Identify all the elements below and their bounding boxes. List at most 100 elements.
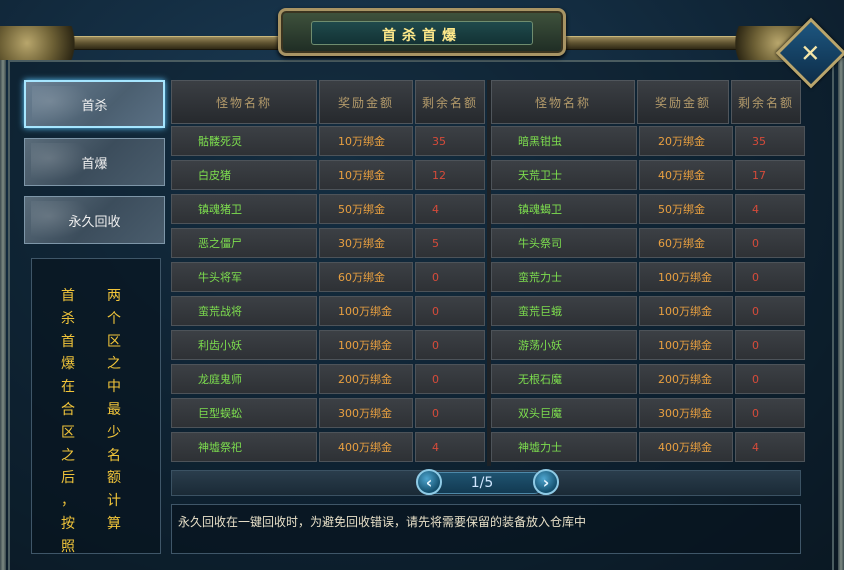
monster-name-cell: 牛头祭司 — [491, 228, 637, 258]
crossed-swords-icon: ✕ — [800, 39, 821, 68]
note-char: 爆 — [61, 356, 75, 373]
reward-cell: 100万绑金 — [319, 330, 413, 360]
reward-cell: 400万绑金 — [639, 432, 733, 462]
tab-label: 首杀 — [81, 98, 108, 114]
monster-name-cell: 无根石魔 — [491, 364, 637, 394]
reward-cell: 100万绑金 — [639, 296, 733, 326]
note-char: 少 — [107, 424, 121, 441]
scroll-ornament-left — [0, 26, 90, 60]
reward-cell: 50万绑金 — [319, 194, 413, 224]
remaining-cell: 0 — [415, 398, 485, 428]
window-title: 首杀首爆 — [382, 28, 462, 44]
monster-name-cell: 利齿小妖 — [171, 330, 317, 360]
monster-name-cell: 恶之僵尸 — [171, 228, 317, 258]
reward-cell: 200万绑金 — [319, 364, 413, 394]
monster-name-cell: 神墟祭祀 — [171, 432, 317, 462]
note-char: 算 — [107, 515, 121, 532]
prev-page-button[interactable]: ‹ — [416, 469, 442, 495]
remaining-cell: 0 — [415, 364, 485, 394]
monster-name-cell: 牛头将军 — [171, 262, 317, 292]
reward-cell: 300万绑金 — [639, 398, 733, 428]
remaining-cell: 17 — [735, 160, 805, 190]
tab-label: 首爆 — [81, 156, 108, 172]
reward-cell: 40万绑金 — [639, 160, 733, 190]
note-char: 名 — [107, 447, 121, 464]
hint-text: 永久回收在一键回收时，为避免回收错误，请先将需要保留的装备放入仓库中 — [178, 515, 587, 529]
remaining-cell: 12 — [415, 160, 485, 190]
note-char: 中 — [107, 379, 121, 396]
remaining-cell: 4 — [735, 432, 805, 462]
monster-name-cell: 暗黑钳虫 — [491, 126, 637, 156]
rule-note-column-2: 两个区之中最少名额计算 — [102, 285, 126, 536]
header-reward-right: 奖励金额 — [637, 80, 729, 124]
monster-name-cell: 蛮荒巨蛾 — [491, 296, 637, 326]
reward-cell: 300万绑金 — [319, 398, 413, 428]
remaining-cell: 4 — [735, 194, 805, 224]
first-kill-window: 首杀首爆 ✕ 首杀 首爆 永久回收 首杀首爆在合区之后，按照 两个区之中最少名额… — [0, 0, 844, 570]
remaining-cell: 35 — [415, 126, 485, 156]
tab-first-kill[interactable]: 首杀 — [24, 80, 165, 128]
tab-first-drop[interactable]: 首爆 — [24, 138, 165, 186]
chevron-left-icon: ‹ — [425, 472, 433, 492]
note-char: ， — [61, 493, 75, 510]
reward-cell: 60万绑金 — [639, 228, 733, 258]
note-char: 最 — [107, 401, 121, 418]
note-char: 杀 — [61, 310, 75, 327]
remaining-cell: 0 — [415, 262, 485, 292]
note-char: 两 — [107, 288, 121, 304]
hint-box: 永久回收在一键回收时，为避免回收错误，请先将需要保留的装备放入仓库中 — [171, 504, 801, 554]
header-remaining-right: 剩余名额 — [731, 80, 801, 124]
remaining-cell: 0 — [735, 330, 805, 360]
note-char: 个 — [107, 310, 121, 327]
note-char: 计 — [107, 493, 121, 510]
monster-name-cell: 巨型蜈蚣 — [171, 398, 317, 428]
left-border — [0, 58, 6, 570]
header-reward-left: 奖励金额 — [319, 80, 413, 124]
reward-cell: 10万绑金 — [319, 160, 413, 190]
header-remaining-left: 剩余名额 — [415, 80, 485, 124]
note-char: 后 — [61, 470, 75, 487]
note-char: 首 — [61, 288, 75, 304]
remaining-cell: 0 — [415, 296, 485, 326]
chevron-right-icon: › — [542, 472, 550, 492]
monster-name-cell: 游荡小妖 — [491, 330, 637, 360]
reward-cell: 100万绑金 — [639, 262, 733, 292]
reward-cell: 10万绑金 — [319, 126, 413, 156]
remaining-cell: 0 — [735, 398, 805, 428]
pager-bar: 1/5 ‹ › — [171, 469, 801, 496]
monster-name-cell: 天荒卫士 — [491, 160, 637, 190]
next-page-button[interactable]: › — [533, 469, 559, 495]
remaining-cell: 4 — [415, 432, 485, 462]
note-char: 额 — [107, 470, 121, 487]
monster-name-cell: 镇魂蝎卫 — [491, 194, 637, 224]
reward-cell: 400万绑金 — [319, 432, 413, 462]
header-monster-name-left: 怪物名称 — [171, 80, 317, 124]
monster-name-cell: 白皮猪 — [171, 160, 317, 190]
reward-cell: 60万绑金 — [319, 262, 413, 292]
remaining-cell: 35 — [735, 126, 805, 156]
remaining-cell: 4 — [415, 194, 485, 224]
monster-name-cell: 蛮荒战将 — [171, 296, 317, 326]
rule-note-box: 首杀首爆在合区之后，按照 两个区之中最少名额计算 — [31, 258, 161, 555]
right-border — [838, 58, 844, 570]
note-char: 合 — [61, 401, 75, 418]
reward-table: 怪物名称 奖励金额 剩余名额 怪物名称 奖励金额 剩余名额 骷髅死灵 10万绑金 35 白皮猪 10… — [171, 80, 805, 466]
header-monster-name-right: 怪物名称 — [491, 80, 635, 124]
tab-label: 永久回收 — [68, 214, 121, 230]
note-char: 区 — [107, 333, 121, 350]
remaining-cell: 0 — [735, 228, 805, 258]
monster-name-cell: 神墟力士 — [491, 432, 637, 462]
monster-name-cell: 双头巨魔 — [491, 398, 637, 428]
note-char: 区 — [61, 424, 75, 441]
remaining-cell: 0 — [735, 296, 805, 326]
monster-name-cell: 镇魂猪卫 — [171, 194, 317, 224]
rule-note-column-1: 首杀首爆在合区之后 ， 按照 — [56, 285, 80, 559]
note-char: 在 — [61, 379, 75, 396]
reward-cell: 200万绑金 — [639, 364, 733, 394]
note-char: 之 — [107, 356, 121, 373]
title-plate: 首杀首爆 — [278, 8, 566, 56]
monster-name-cell: 骷髅死灵 — [171, 126, 317, 156]
remaining-cell: 5 — [415, 228, 485, 258]
monster-name-cell: 龙庭鬼师 — [171, 364, 317, 394]
tab-permanent-recycle[interactable]: 永久回收 — [24, 196, 165, 244]
